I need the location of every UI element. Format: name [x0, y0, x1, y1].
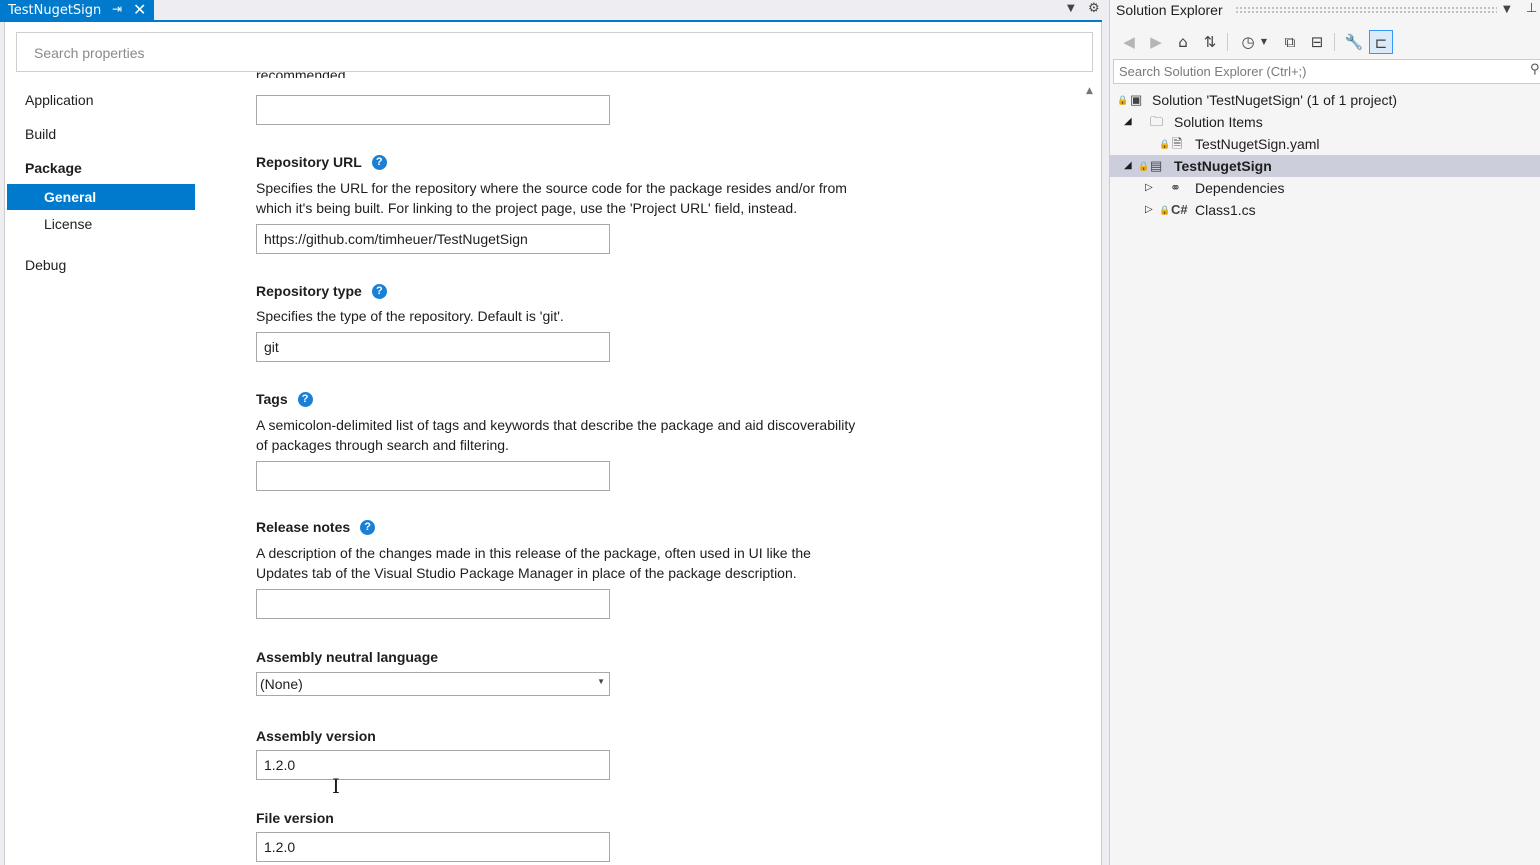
close-icon[interactable]: ✕: [133, 0, 146, 20]
file-version-title: File version: [256, 810, 334, 826]
lock-icon: 🔒: [1117, 95, 1129, 105]
assembly-version-title: Assembly version: [256, 728, 376, 744]
tree-item-dependencies[interactable]: ▷ ⚭ Dependencies: [1110, 177, 1540, 199]
assembly-neutral-language-label: Assembly neutral language: [256, 649, 439, 665]
tree-item-label: Solution 'TestNugetSign' (1 of 1 project…: [1152, 92, 1398, 108]
assembly-version-label: Assembly version: [256, 728, 376, 744]
csharp-file-icon: C#: [1171, 202, 1188, 217]
solution-icon: ▣: [1130, 92, 1143, 107]
toolbar-separator: [1227, 33, 1228, 51]
tags-title: Tags ?: [256, 391, 313, 407]
expanded-triangle-icon[interactable]: ◢: [1124, 155, 1132, 177]
help-icon[interactable]: ?: [371, 283, 387, 299]
csharp-project-icon: ▤: [1150, 158, 1163, 173]
tags-description: A semicolon-delimited list of tags and k…: [256, 417, 856, 453]
nav-item-build[interactable]: Build: [25, 126, 56, 142]
collapsed-triangle-icon[interactable]: ▷: [1145, 177, 1153, 199]
tree-item-label: TestNugetSign: [1174, 158, 1272, 174]
window-position-dropdown-icon[interactable]: ▼: [1503, 4, 1511, 15]
file-version-input[interactable]: 1.2.0: [256, 832, 610, 862]
repository-type-input[interactable]: git: [256, 332, 610, 362]
nav-item-application[interactable]: Application: [25, 92, 94, 108]
tree-item-label: Class1.cs: [1195, 202, 1256, 218]
repository-url-description: Specifies the URL for the repository whe…: [256, 180, 847, 216]
repository-url-input[interactable]: https://github.com/timheuer/TestNugetSig…: [256, 224, 610, 254]
home-icon[interactable]: ⌂: [1171, 30, 1195, 54]
scroll-up-arrow-icon[interactable]: ▲: [1086, 86, 1093, 96]
tags-input[interactable]: [256, 461, 610, 491]
search-icon[interactable]: ⚲: [1530, 62, 1540, 77]
tree-item-label: Solution Items: [1174, 114, 1263, 130]
tree-item-solution-items[interactable]: ◢ 🗀 Solution Items: [1110, 111, 1540, 133]
collapse-all-icon[interactable]: ⊟: [1305, 30, 1329, 54]
toolbar-separator: [1334, 33, 1335, 51]
gear-icon[interactable]: ⚙: [1088, 1, 1100, 16]
assembly-version-input[interactable]: 1.2.0: [256, 750, 610, 780]
folder-icon: 🗀: [1150, 114, 1164, 129]
release-notes-description: A description of the changes made in thi…: [256, 545, 811, 581]
repository-type-title: Repository type ?: [256, 283, 387, 299]
solution-explorer-title: Solution Explorer: [1116, 2, 1223, 18]
document-tab-strip: TestNugetSign ⇥ ✕ ▼ ⚙: [0, 0, 1102, 22]
project-properties-pane: Search properties Application Build Pack…: [4, 22, 1102, 865]
expanded-triangle-icon[interactable]: ◢: [1124, 111, 1132, 133]
tree-item-solution[interactable]: 🔒 ▣ Solution 'TestNugetSign' (1 of 1 pro…: [1110, 89, 1540, 111]
chevron-down-icon: ▼: [597, 677, 605, 686]
help-icon[interactable]: ?: [371, 154, 387, 170]
chevron-down-icon[interactable]: ▼: [1257, 30, 1271, 54]
lock-icon: 🔒: [1159, 139, 1171, 149]
pin-icon[interactable]: ⇥: [112, 2, 122, 16]
project-url-input[interactable]: [256, 95, 610, 125]
nav-item-license[interactable]: License: [7, 211, 195, 237]
lock-icon: 🔒: [1138, 161, 1150, 171]
release-notes-title: Release notes ?: [256, 519, 376, 535]
assembly-neutral-language-title: Assembly neutral language: [256, 649, 438, 665]
lock-icon: 🔒: [1159, 205, 1171, 215]
collapsed-triangle-icon[interactable]: ▷: [1145, 199, 1153, 221]
repository-url-label: Repository URL: [256, 154, 362, 170]
search-properties-input[interactable]: Search properties: [16, 32, 1093, 72]
pin-icon[interactable]: ⊥: [1526, 1, 1537, 16]
solution-explorer-toolbar: ◀ ▶ ⌂ ⇅ ◷ ▼ ⧉ ⊟ 🔧 ⊏: [1110, 26, 1540, 58]
tree-item-label: TestNugetSign.yaml: [1195, 136, 1320, 152]
switch-views-icon[interactable]: ⇅: [1198, 30, 1222, 54]
tags-label: Tags: [256, 391, 288, 407]
text-cursor-icon: I: [332, 774, 340, 798]
partial-description-text: recommended.: [256, 72, 349, 78]
nav-item-package[interactable]: Package: [25, 160, 82, 176]
title-grip[interactable]: [1235, 6, 1497, 14]
repository-type-label: Repository type: [256, 283, 362, 299]
nav-item-debug[interactable]: Debug: [25, 257, 66, 273]
document-tab-testnugetsign[interactable]: TestNugetSign ⇥ ✕: [0, 0, 154, 20]
repository-type-description: Specifies the type of the repository. De…: [256, 308, 564, 324]
dependencies-icon: ⚭: [1170, 180, 1181, 195]
assembly-neutral-language-select[interactable]: (None) ▼: [256, 672, 610, 696]
sync-with-active-document-icon[interactable]: ⧉: [1278, 30, 1302, 54]
tree-item-class1[interactable]: ▷ 🔒 C# Class1.cs: [1110, 199, 1540, 221]
solution-explorer-panel: Solution Explorer ▼ ⊥ ◀ ▶ ⌂ ⇅ ◷ ▼ ⧉ ⊟ 🔧 …: [1109, 0, 1540, 865]
solution-explorer-search-input[interactable]: Search Solution Explorer (Ctrl+;): [1113, 59, 1540, 84]
properties-wrench-icon[interactable]: 🔧: [1342, 30, 1366, 54]
back-icon[interactable]: ◀: [1117, 30, 1141, 54]
help-icon[interactable]: ?: [360, 519, 376, 535]
forward-icon[interactable]: ▶: [1144, 30, 1168, 54]
document-tab-label: TestNugetSign: [8, 2, 102, 18]
visual-studio-window: TestNugetSign ⇥ ✕ ▼ ⚙ Search properties …: [0, 0, 1540, 865]
tab-overflow-dropdown-icon[interactable]: ▼: [1067, 3, 1075, 14]
tree-item-project[interactable]: ◢ 🔒 ▤ TestNugetSign: [1110, 155, 1540, 177]
file-version-label: File version: [256, 810, 334, 826]
yaml-file-icon: 🗎: [1172, 136, 1183, 151]
nav-item-general[interactable]: General: [7, 184, 195, 210]
release-notes-input[interactable]: [256, 589, 610, 619]
tree-item-yaml-file[interactable]: 🔒 🗎 TestNugetSign.yaml: [1110, 133, 1540, 155]
preview-selected-items-icon[interactable]: ⊏: [1369, 30, 1393, 54]
assembly-neutral-language-value: (None): [260, 676, 303, 692]
help-icon[interactable]: ?: [297, 391, 313, 407]
tree-item-label: Dependencies: [1195, 180, 1285, 196]
release-notes-label: Release notes: [256, 519, 351, 535]
repository-url-title: Repository URL ?: [256, 154, 387, 170]
